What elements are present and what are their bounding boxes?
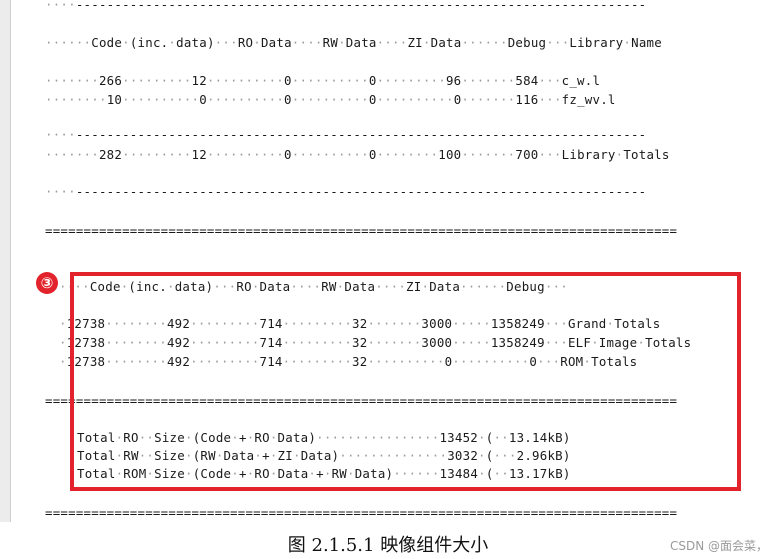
library-totals-row: ·······282·········12··········0········… (45, 147, 670, 162)
library-row-fz-wv: ········10··········0··········0········… (45, 92, 616, 107)
figure-caption: 图 2.1.5.1 映像组件大小 (287, 535, 489, 556)
library-header-row: ······Code·(inc.·data)···RO·Data····RW·D… (45, 35, 662, 50)
watermark: CSDN @面会菜， (669, 539, 768, 553)
separator-line-mid: ····------------------------------------… (45, 127, 647, 142)
separator-line-top: ····------------------------------------… (45, 0, 647, 12)
editor-gutter (0, 0, 11, 522)
double-separator-3: ========================================… (45, 505, 678, 520)
library-row-c-w: ·······266·········12··········0········… (45, 73, 601, 88)
separator-line-bottom: ····------------------------------------… (45, 184, 647, 199)
double-separator-1: ========================================… (45, 223, 678, 238)
highlight-box (70, 272, 741, 491)
circled-number-badge: ③ (36, 272, 58, 294)
